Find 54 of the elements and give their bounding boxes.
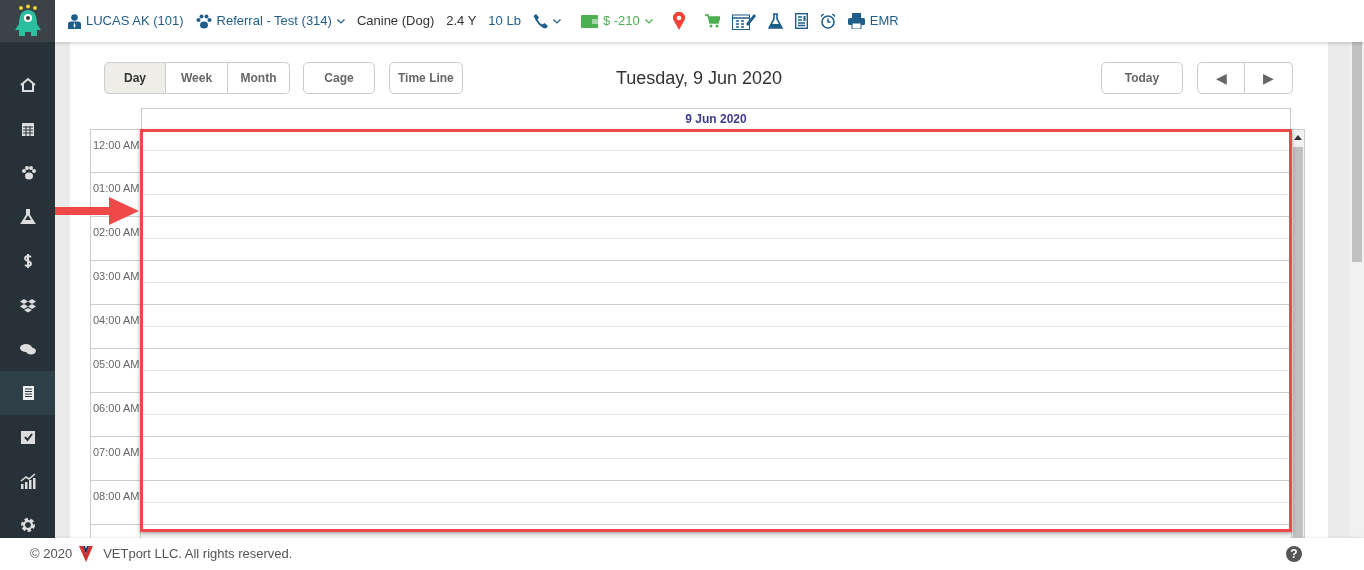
growth-chart-icon <box>18 472 37 490</box>
calendar-date-title: Tuesday, 9 Jun 2020 <box>615 66 783 90</box>
company-rights-text: VETport LLC. All rights reserved. <box>103 545 293 564</box>
phone-icon[interactable] <box>532 13 548 29</box>
time-label: 06:00 AM <box>93 402 140 414</box>
day-column-header: 9 Jun 2020 <box>141 108 1291 129</box>
boxes-icon <box>18 296 37 314</box>
scroll-up-arrow-icon[interactable] <box>1294 135 1302 140</box>
time-label: 08:00 AM <box>93 490 140 502</box>
time-label: 12:00 AM <box>93 139 140 151</box>
chevron-down-icon[interactable] <box>336 18 345 24</box>
copyright-text: © 2020 <box>30 545 73 564</box>
time-label: 01:00 AM <box>93 182 140 194</box>
patient-info-text: Canine (Dog) <box>356 12 435 31</box>
flask-icon[interactable] <box>767 13 783 29</box>
chevron-down-icon[interactable] <box>552 18 561 24</box>
calendar-view-button[interactable]: Cage <box>303 62 375 94</box>
scrollbar-thumb[interactable] <box>1293 147 1303 537</box>
settings-icon <box>18 516 37 534</box>
sidebar-item-active[interactable] <box>0 371 55 415</box>
monster-logo-icon[interactable] <box>12 4 43 38</box>
scrollbar-thumb[interactable] <box>1352 42 1362 262</box>
patient-name-link[interactable]: Referral - Test (314) <box>216 11 332 31</box>
person-icon <box>68 13 81 29</box>
view-tab[interactable]: Month <box>228 62 290 94</box>
cart-icon[interactable] <box>704 14 720 28</box>
time-label: 03:00 AM <box>93 270 140 282</box>
time-label: 05:00 AM <box>93 358 140 370</box>
document-icon[interactable] <box>794 13 808 29</box>
wallet-icon[interactable] <box>580 14 598 28</box>
pointer-arrow-icon <box>55 197 139 225</box>
next-button[interactable]: ▶ <box>1245 62 1293 94</box>
home-icon <box>18 76 37 94</box>
vetport-logo-icon <box>79 546 94 562</box>
patient-info-text: 2.4 Y <box>446 12 477 31</box>
alarm-clock-icon[interactable] <box>819 13 836 29</box>
patient-weight-text: 10 Lb <box>488 12 521 31</box>
help-button[interactable]: ? <box>1286 546 1302 562</box>
view-tab[interactable]: Day <box>104 62 166 94</box>
view-tab[interactable]: Week <box>166 62 228 94</box>
paw-icon <box>195 13 212 29</box>
previous-button[interactable]: ◀ <box>1197 62 1245 94</box>
map-pin-icon[interactable] <box>672 12 685 30</box>
calculator-pen-icon[interactable] <box>731 12 756 30</box>
today-button[interactable]: Today <box>1101 62 1183 94</box>
time-label: 07:00 AM <box>93 446 140 458</box>
emr-print-link[interactable]: EMR <box>869 11 899 31</box>
time-label: 04:00 AM <box>93 314 140 326</box>
calendar-view-button[interactable]: Time Line <box>389 62 463 94</box>
printer-icon[interactable] <box>847 13 865 29</box>
time-label: 02:00 AM <box>93 226 140 238</box>
flask-icon <box>18 208 37 226</box>
checkbox-icon <box>18 428 37 446</box>
owner-name-link[interactable]: LUCAS AK (101) <box>86 11 184 31</box>
